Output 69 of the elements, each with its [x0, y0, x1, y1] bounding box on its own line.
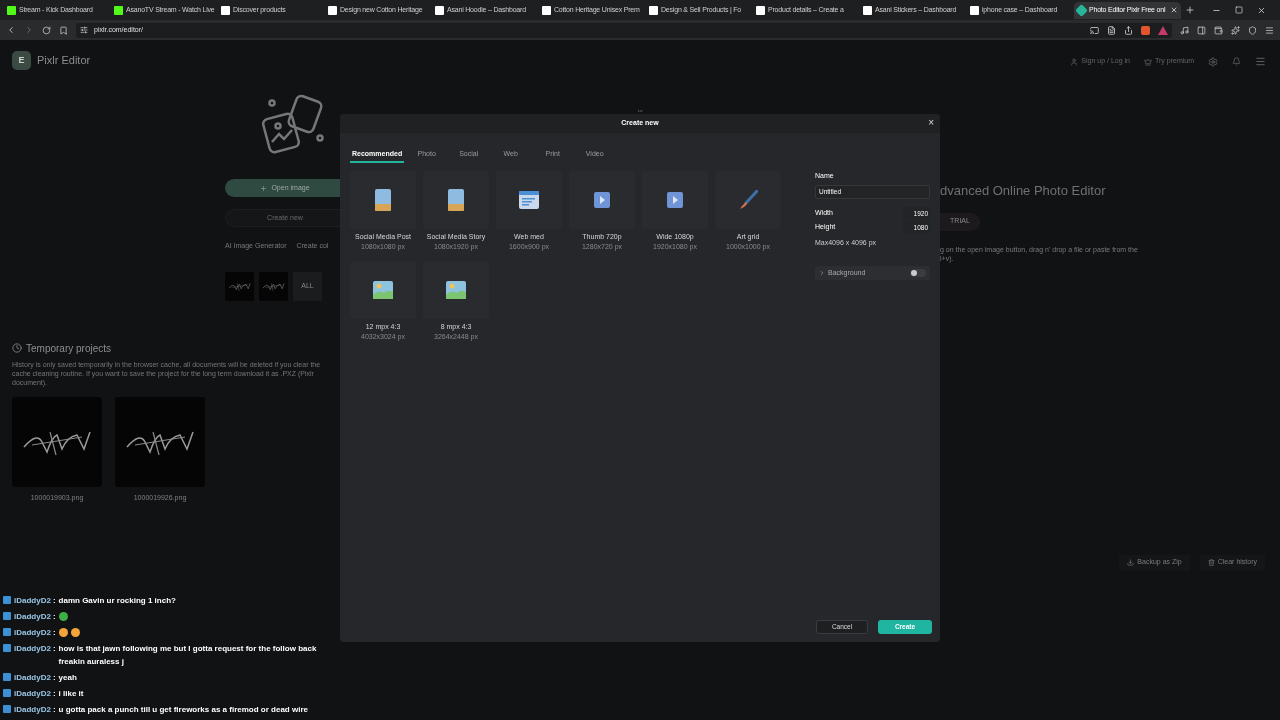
- chat-separator: :: [52, 611, 56, 623]
- site-settings-icon[interactable]: [80, 26, 88, 34]
- bookmark-icon[interactable]: [59, 25, 68, 35]
- close-icon[interactable]: [1170, 6, 1178, 14]
- pixlr-logo[interactable]: E: [12, 51, 31, 70]
- landscape-image-icon: [373, 281, 393, 299]
- chat-message: i like it: [58, 688, 85, 700]
- site-icon: [221, 5, 230, 15]
- chat-separator: :: [52, 704, 56, 716]
- reader-icon[interactable]: [1107, 25, 1116, 35]
- landscape-image-icon: [446, 281, 466, 299]
- play-video-icon: [594, 192, 610, 208]
- close-button[interactable]: ×: [928, 117, 934, 129]
- menu-icon[interactable]: [1265, 25, 1274, 35]
- web-page-icon: [519, 191, 539, 209]
- wallet-icon[interactable]: [1214, 25, 1223, 35]
- user-icon: [1070, 57, 1079, 66]
- triangle-icon[interactable]: [1158, 25, 1168, 35]
- menu-icon[interactable]: [1255, 56, 1266, 67]
- section-title: Temporary projects: [26, 341, 112, 356]
- music-icon[interactable]: [1180, 25, 1189, 35]
- plus-icon: [260, 184, 268, 192]
- chat-separator: :: [52, 643, 56, 655]
- chat-message: u gotta pack a punch till u get fireworks as a firemod or dead wire: [58, 704, 309, 716]
- site-icon: [435, 5, 444, 15]
- site-icon: [542, 5, 551, 15]
- back-icon[interactable]: [6, 25, 16, 35]
- kick-icon: [114, 5, 123, 15]
- chat-message: yeah: [58, 672, 78, 684]
- caret-icon: [819, 270, 825, 276]
- hero-heading: dvanced Online Photo Editor: [940, 182, 1107, 200]
- chat-username: iDaddyD2: [14, 627, 51, 639]
- app-title: Pixlr Editor: [37, 53, 91, 69]
- site-icon: [970, 5, 979, 15]
- chat-username: iDaddyD2: [14, 672, 51, 684]
- chat-separator: :: [52, 595, 56, 607]
- new-tab-icon[interactable]: [1185, 5, 1195, 15]
- download-icon: [1127, 559, 1135, 566]
- site-icon: [756, 5, 765, 15]
- sparkle-icon[interactable]: [1231, 25, 1240, 35]
- kick-icon: [7, 5, 16, 15]
- reload-icon[interactable]: [42, 25, 51, 35]
- portrait-image-icon: [375, 189, 391, 211]
- chat-separator: :: [52, 627, 56, 639]
- portrait-image-icon: [448, 189, 464, 211]
- background-toggle[interactable]: [910, 269, 926, 277]
- site-icon: [649, 5, 658, 15]
- clock-icon: [12, 343, 22, 353]
- paintbrush-icon: [738, 190, 758, 210]
- play-video-icon: [667, 192, 683, 208]
- chat-message: damn Gavin ur rocking 1 inch?: [58, 595, 177, 607]
- crown-icon: [1143, 57, 1152, 66]
- chat-username: iDaddyD2: [14, 643, 51, 655]
- share-icon[interactable]: [1124, 25, 1133, 35]
- close-icon[interactable]: [1257, 5, 1266, 15]
- chat-separator: :: [52, 672, 56, 684]
- site-icon: [328, 5, 337, 15]
- trash-icon: [1207, 559, 1215, 566]
- drag-handle-icon[interactable]: [635, 108, 645, 114]
- cast-icon[interactable]: [1090, 25, 1099, 35]
- sidebar-icon[interactable]: [1197, 25, 1206, 35]
- chat-username: iDaddyD2: [14, 688, 51, 700]
- chat-username: iDaddyD2: [14, 611, 51, 623]
- chat-separator: :: [52, 688, 56, 700]
- chat-username: iDaddyD2: [14, 704, 51, 716]
- restore-icon[interactable]: [1235, 6, 1243, 14]
- chat-username: iDaddyD2: [14, 595, 51, 607]
- site-icon: [863, 5, 872, 15]
- pixlr-icon: [1075, 3, 1088, 17]
